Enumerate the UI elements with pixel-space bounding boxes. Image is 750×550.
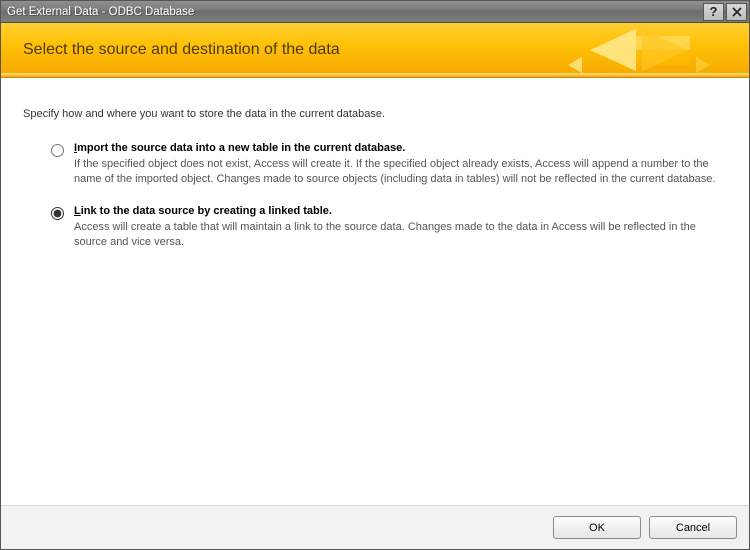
banner-arrow-graphic	[533, 23, 743, 77]
option-import-label: Import the source data into a new table …	[74, 142, 725, 154]
help-button[interactable]: ?	[703, 3, 724, 21]
option-link-desc: Access will create a table that will mai…	[74, 220, 725, 250]
header-banner: Select the source and destination of the…	[1, 23, 749, 78]
cancel-button[interactable]: Cancel	[649, 516, 737, 539]
help-icon: ?	[710, 4, 718, 19]
window-title: Get External Data - ODBC Database	[7, 6, 703, 18]
option-link[interactable]: Link to the data source by creating a li…	[19, 205, 731, 250]
ok-button[interactable]: OK	[553, 516, 641, 539]
title-bar[interactable]: Get External Data - ODBC Database ?	[1, 1, 749, 23]
close-icon	[732, 7, 742, 17]
titlebar-button-group: ?	[703, 3, 747, 21]
option-import-desc: If the specified object does not exist, …	[74, 157, 725, 187]
option-link-text: Link to the data source by creating a li…	[74, 205, 731, 250]
intro-text: Specify how and where you want to store …	[19, 108, 731, 120]
option-import[interactable]: Import the source data into a new table …	[19, 142, 731, 187]
option-link-label: Link to the data source by creating a li…	[74, 205, 725, 217]
close-button[interactable]	[726, 3, 747, 21]
option-import-text: Import the source data into a new table …	[74, 142, 731, 187]
dialog-footer: OK Cancel	[1, 505, 749, 549]
dialog-window: Get External Data - ODBC Database ? Sele…	[0, 0, 750, 550]
radio-link[interactable]	[51, 207, 64, 220]
radio-import[interactable]	[51, 144, 64, 157]
dialog-body: Specify how and where you want to store …	[1, 78, 749, 505]
banner-title: Select the source and destination of the…	[23, 41, 340, 59]
